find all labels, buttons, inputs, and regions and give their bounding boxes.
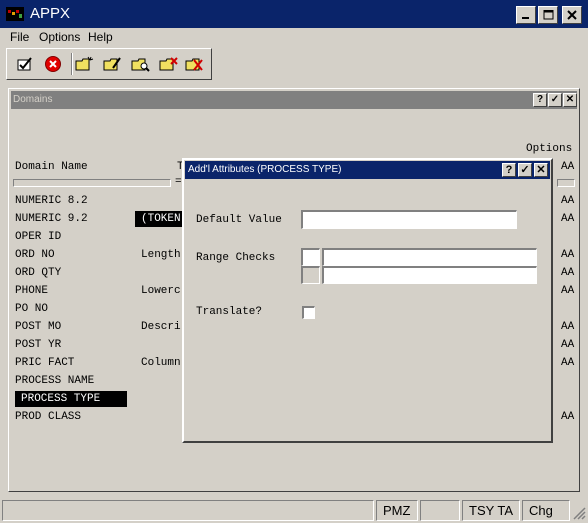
domains-close-button[interactable]: ✕ [563, 93, 577, 107]
menu-bar: File Options Help [0, 28, 588, 46]
toolbar-cut-button[interactable] [183, 53, 207, 75]
toolbar-new-button[interactable] [73, 53, 97, 75]
domains-title-bar[interactable]: Domains ? ✓ ✕ [11, 91, 577, 109]
domain-option: AA [561, 267, 575, 279]
domain-row[interactable]: OPER ID [15, 229, 61, 245]
domain-row[interactable]: PRIC FACT [15, 355, 74, 371]
domain-option: AA [561, 249, 575, 261]
folder-x-icon [185, 58, 203, 71]
domains-title: Domains [13, 94, 53, 105]
app-title: APPX [30, 5, 71, 22]
default-value-label: Default Value [196, 214, 282, 226]
status-cell-pmz: PMZ [376, 500, 418, 521]
app-icon [6, 7, 24, 21]
folder-delete-icon [159, 57, 178, 71]
close-button[interactable] [562, 6, 582, 24]
domain-option: AA [561, 285, 575, 297]
toolbar-ok-button[interactable] [13, 53, 37, 75]
equals-sign: = [175, 176, 182, 188]
title-bar[interactable]: APPX [0, 0, 588, 28]
folder-search-icon [131, 58, 150, 72]
domain-row[interactable]: POST MO [15, 319, 61, 335]
header-option: AA [561, 161, 575, 173]
domain-row[interactable]: ORD QTY [15, 265, 61, 281]
options-scroll-trough[interactable] [557, 179, 575, 187]
dialog-ok-button[interactable]: ✓ [518, 163, 532, 177]
range-high-flag[interactable] [301, 266, 320, 284]
menu-file[interactable]: File [10, 30, 29, 44]
domain-mid-text: Descri [141, 321, 181, 333]
dialog-title-bar[interactable]: Add'l Attributes (PROCESS TYPE) ? ✓ ✕ [185, 161, 550, 179]
domain-row[interactable]: PROD CLASS [15, 409, 81, 425]
options-header: Options [526, 143, 573, 155]
domain-mid-text: Column [141, 357, 181, 369]
status-cell-tsy: TSY TA [462, 500, 520, 521]
toolbar-edit-button[interactable] [101, 53, 125, 75]
status-cell-message [2, 500, 374, 521]
domain-option: AA [561, 339, 575, 351]
minimize-button[interactable] [516, 6, 536, 24]
domains-ok-button[interactable]: ✓ [548, 93, 562, 107]
domain-row[interactable]: PROCESS NAME [15, 373, 94, 389]
status-cell-mode: Chg [522, 500, 570, 521]
folder-edit-icon [103, 57, 121, 71]
domain-row[interactable]: ORD NO [15, 247, 55, 263]
toolbar-cancel-button[interactable] [41, 53, 65, 75]
domain-row[interactable]: PHONE [15, 283, 48, 299]
domain-row[interactable]: POST YR [15, 337, 61, 353]
dialog-help-button[interactable]: ? [502, 163, 516, 177]
range-checks-label: Range Checks [196, 252, 276, 264]
cancel-icon [45, 56, 61, 72]
domain-option: AA [561, 195, 575, 207]
toolbar-delete-button[interactable] [157, 53, 181, 75]
domain-option: AA [561, 213, 575, 225]
dialog-close-button[interactable]: ✕ [534, 163, 548, 177]
range-low-flag[interactable] [301, 248, 320, 266]
addl-attributes-dialog: Add'l Attributes (PROCESS TYPE) ? ✓ ✕ De… [182, 158, 553, 443]
maximize-icon [543, 10, 553, 20]
domain-name-scroll-trough[interactable] [13, 179, 171, 187]
maximize-button[interactable] [538, 6, 558, 24]
domain-row-selected[interactable]: PROCESS TYPE [15, 391, 127, 407]
domain-name-header: Domain Name [15, 161, 88, 173]
translate-label: Translate? [196, 306, 263, 318]
domain-option: AA [561, 411, 575, 423]
toolbar-search-button[interactable] [129, 53, 153, 75]
menu-options[interactable]: Options [39, 30, 80, 44]
domains-help-button[interactable]: ? [533, 93, 547, 107]
range-low-input[interactable] [322, 248, 537, 266]
check-icon [17, 57, 32, 71]
dialog-title: Add'l Attributes (PROCESS TYPE) [188, 164, 342, 175]
close-icon [567, 10, 577, 20]
domain-row[interactable]: NUMERIC 8.2 [15, 193, 88, 209]
minimize-icon [522, 17, 529, 19]
domain-row[interactable]: NUMERIC 9.2 [15, 211, 88, 227]
status-cell-blank [420, 500, 460, 521]
domain-mid-text: Length [141, 249, 181, 261]
domain-mid-text: Lowerc [141, 285, 181, 297]
default-value-input[interactable] [301, 210, 517, 229]
folder-new-icon [75, 56, 94, 71]
domain-option: AA [561, 357, 575, 369]
status-bar: PMZ TSY TA Chg [0, 500, 588, 521]
menu-help[interactable]: Help [88, 30, 113, 44]
range-high-input[interactable] [322, 266, 537, 284]
domain-type-token[interactable]: (TOKEN [135, 211, 185, 227]
translate-checkbox[interactable] [302, 306, 315, 319]
domain-option: AA [561, 321, 575, 333]
toolbar [6, 48, 212, 80]
domain-row[interactable]: PO NO [15, 301, 48, 317]
resize-grip-icon[interactable] [572, 506, 586, 520]
